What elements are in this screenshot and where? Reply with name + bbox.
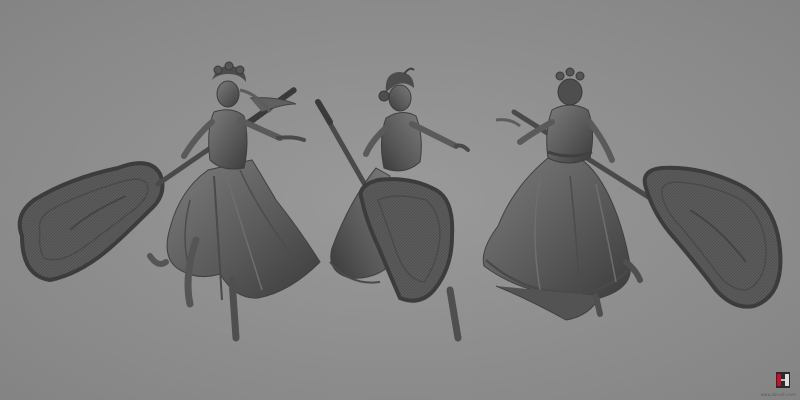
watermark: www.zbrush.com: [761, 370, 798, 398]
render-viewport: www.zbrush.com: [0, 0, 800, 400]
viewport-background: [0, 0, 800, 400]
zbrush-logo-icon: [776, 372, 790, 388]
watermark-text: www.zbrush.com: [760, 392, 796, 397]
side-torso: [380, 112, 422, 172]
